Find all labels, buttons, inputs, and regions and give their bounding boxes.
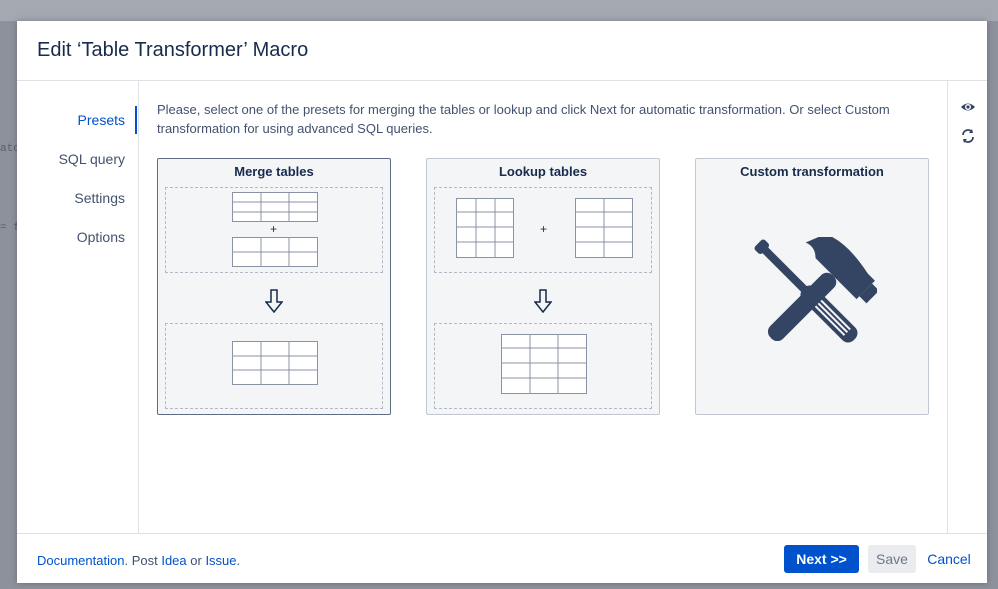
- macro-dialog: Edit ‘Table Transformer’ Macro Presets S…: [17, 21, 987, 583]
- preset-card-lookup-tables[interactable]: Lookup tables +: [426, 158, 660, 415]
- dialog-header: Edit ‘Table Transformer’ Macro: [17, 21, 987, 81]
- table-icon: [232, 192, 318, 222]
- cancel-button[interactable]: Cancel: [921, 545, 977, 573]
- right-rail: [947, 81, 988, 533]
- preset-card-title: Lookup tables: [498, 164, 588, 179]
- background-band: [0, 0, 998, 21]
- table-icon: [575, 198, 633, 258]
- preset-card-merge-tables[interactable]: Merge tables +: [157, 158, 391, 415]
- table-icon: [232, 341, 318, 385]
- preset-card-title: Custom transformation: [740, 164, 884, 179]
- presets-panel: Please, select one of the presets for me…: [138, 81, 947, 533]
- nav-item-options[interactable]: Options: [77, 229, 125, 245]
- footer-links: Documentation. Post Idea or Issue.: [37, 553, 240, 568]
- nav-item-settings[interactable]: Settings: [74, 190, 125, 206]
- preset-card-title: Merge tables: [234, 164, 314, 179]
- footer-text: Post: [128, 553, 162, 568]
- next-button[interactable]: Next >>: [784, 545, 859, 573]
- plus-sign: +: [540, 222, 548, 236]
- dialog-sidebar-nav: Presets SQL query Settings Options: [17, 81, 137, 533]
- issue-link[interactable]: Issue: [205, 553, 236, 568]
- table-icon: [232, 237, 318, 267]
- nav-item-sql-query[interactable]: SQL query: [59, 151, 125, 167]
- save-button[interactable]: Save: [868, 545, 916, 573]
- plus-sign: +: [270, 222, 278, 236]
- nav-item-presets[interactable]: Presets: [78, 112, 125, 128]
- eye-icon[interactable]: [960, 99, 976, 115]
- presets-intro-text: Please, select one of the presets for me…: [157, 102, 890, 136]
- merge-source-area: +: [165, 187, 383, 273]
- dialog-footer: Documentation. Post Idea or Issue. Next …: [17, 533, 987, 584]
- preset-card-custom-transformation[interactable]: Custom transformation: [695, 158, 929, 415]
- idea-link[interactable]: Idea: [161, 553, 186, 568]
- merge-result-area: [165, 323, 383, 409]
- arrow-down-icon: [534, 289, 552, 313]
- hammer-screwdriver-icon: [754, 237, 877, 343]
- lookup-source-area: +: [434, 187, 652, 273]
- dialog-title: Edit ‘Table Transformer’ Macro: [37, 39, 309, 61]
- footer-text: .: [236, 553, 241, 568]
- table-icon: [456, 198, 514, 258]
- documentation-link[interactable]: Documentation: [37, 553, 124, 568]
- arrow-down-icon: [265, 289, 283, 313]
- lookup-result-area: [434, 323, 652, 409]
- footer-text: or: [186, 553, 206, 568]
- table-icon: [501, 334, 587, 394]
- refresh-icon[interactable]: [960, 128, 976, 144]
- nav-active-indicator: [135, 106, 137, 134]
